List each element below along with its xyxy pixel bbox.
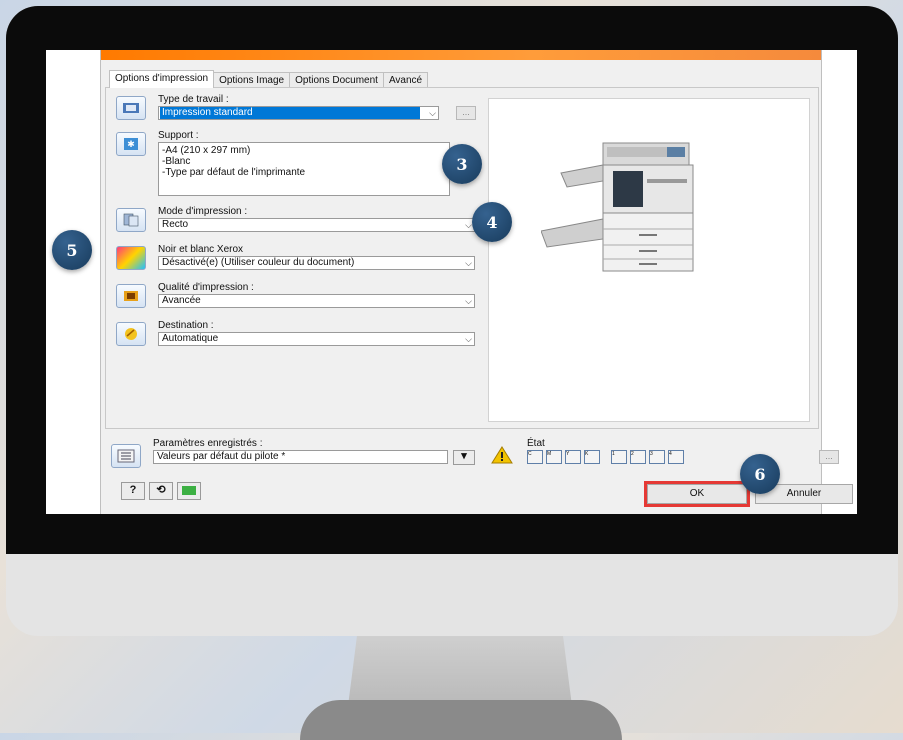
chevron-down-icon: ⌵ — [429, 108, 436, 118]
tray-cell: 4 — [668, 450, 684, 464]
tab-print-options[interactable]: Options d'impression — [109, 70, 215, 88]
support-icon: ✱ — [116, 132, 146, 156]
tray-cell: 3 — [649, 450, 665, 464]
help-button[interactable]: ? — [121, 482, 145, 500]
destination-select[interactable]: Automatique ⌵ — [158, 332, 475, 346]
step-badge-5: 5 — [52, 230, 92, 270]
save-settings-button[interactable] — [177, 482, 201, 500]
support-summary: -A4 (210 x 297 mm) -Blanc -Type par défa… — [158, 142, 450, 196]
toner-cell: M — [546, 450, 562, 464]
tab-document-options[interactable]: Options Document — [289, 72, 384, 88]
saved-settings-value: Valeurs par défaut du pilote * — [157, 451, 286, 462]
svg-text:✱: ✱ — [127, 139, 135, 149]
print-mode-select[interactable]: Recto ⌵ — [158, 218, 475, 232]
tab-pane: Type de travail : Impression standard ⌵ … — [105, 87, 819, 429]
warning-icon — [491, 446, 513, 464]
bw-xerox-select[interactable]: Désactivé(e) (Utiliser couleur du docume… — [158, 256, 475, 270]
destination-value: Automatique — [162, 333, 219, 344]
chevron-down-icon: ⌵ — [465, 296, 472, 306]
saved-settings-label: Paramètres enregistrés : — [153, 438, 263, 449]
color-icon — [116, 246, 146, 270]
toner-cell: C — [527, 450, 543, 464]
toner-cell: K — [584, 450, 600, 464]
printer-preview-panel — [488, 98, 810, 422]
monitor-screen: Options d'impression Options Image Optio… — [46, 50, 857, 514]
support-line: -Blanc — [162, 156, 191, 167]
tab-bar: Options d'impression Options Image Optio… — [109, 70, 429, 88]
support-line: -Type par défaut de l'imprimante — [162, 167, 306, 178]
saved-settings-icon — [111, 444, 141, 468]
job-type-select[interactable]: Impression standard ⌵ — [158, 106, 439, 120]
green-square-icon — [182, 486, 196, 495]
saved-settings-dropdown-button[interactable]: ▾ — [453, 450, 475, 465]
quality-value: Avancée — [162, 295, 201, 306]
step-badge-4: 4 — [472, 202, 512, 242]
job-type-value: Impression standard — [160, 107, 420, 119]
step-badge-6: 6 — [740, 454, 780, 494]
bw-xerox-label: Noir et blanc Xerox — [158, 244, 244, 255]
tab-advanced[interactable]: Avancé — [382, 72, 429, 88]
destination-label: Destination : — [158, 320, 214, 331]
job-type-label: Type de travail : — [158, 94, 229, 105]
tray-cell: 1 — [611, 450, 627, 464]
print-properties-dialog: Options d'impression Options Image Optio… — [100, 50, 853, 514]
reset-button[interactable]: ⟲ — [149, 482, 173, 500]
job-type-icon — [116, 96, 146, 120]
monitor-base — [300, 700, 622, 740]
toner-level-indicators: C M Y K 1 2 3 4 — [527, 450, 684, 464]
quality-select[interactable]: Avancée ⌵ — [158, 294, 475, 308]
printer-image — [541, 142, 694, 272]
print-mode-label: Mode d'impression : — [158, 206, 248, 217]
quality-icon — [116, 284, 146, 308]
quality-label: Qualité d'impression : — [158, 282, 254, 293]
tab-image-options[interactable]: Options Image — [213, 72, 291, 88]
status-more-button[interactable]: ... — [819, 450, 839, 464]
title-bar — [101, 50, 821, 60]
destination-icon — [116, 322, 146, 346]
tray-cell: 2 — [630, 450, 646, 464]
step-badge-3: 3 — [442, 144, 482, 184]
print-mode-value: Recto — [162, 219, 189, 230]
saved-settings-select[interactable]: Valeurs par défaut du pilote * — [153, 450, 448, 464]
support-line: -A4 (210 x 297 mm) — [162, 145, 251, 156]
chevron-down-icon: ⌵ — [465, 220, 472, 230]
ok-button[interactable]: OK — [644, 481, 750, 507]
support-label: Support : — [158, 130, 199, 141]
print-mode-icon — [116, 208, 146, 232]
monitor-stand — [348, 636, 572, 706]
toner-cell: Y — [565, 450, 581, 464]
chevron-down-icon: ⌵ — [465, 334, 472, 344]
chevron-down-icon: ⌵ — [465, 258, 472, 268]
bw-xerox-value: Désactivé(e) (Utiliser couleur du docume… — [162, 257, 355, 268]
job-type-more-button[interactable]: ... — [456, 106, 476, 120]
